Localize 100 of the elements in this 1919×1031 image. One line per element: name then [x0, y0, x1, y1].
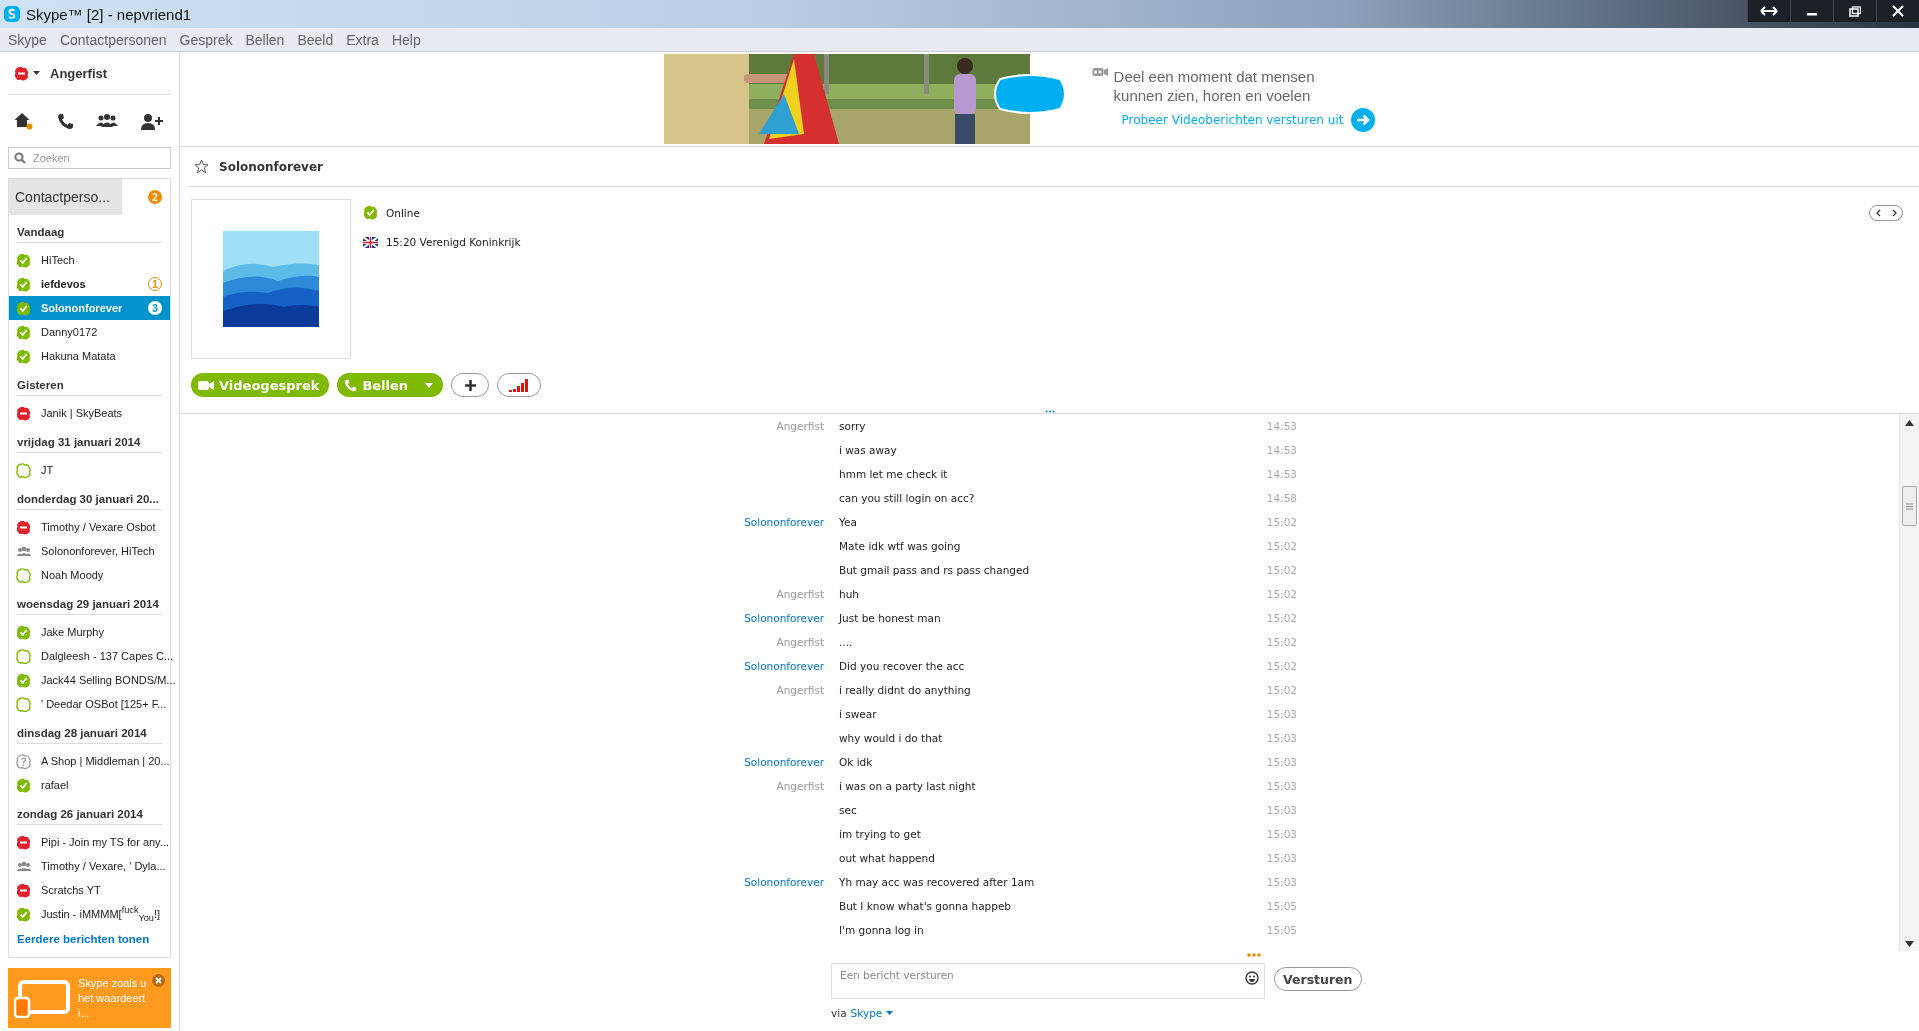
minimize-icon[interactable] [1790, 0, 1833, 22]
menu-item[interactable]: Skype [4, 31, 51, 48]
count-badge: 2 [148, 190, 162, 204]
scrollbar[interactable] [1899, 414, 1919, 951]
contact-item[interactable]: rafael [9, 773, 170, 797]
menu-item[interactable]: Contactpersonen [55, 31, 171, 48]
contact-name: rafael [41, 779, 69, 791]
message-text: Ok idk [839, 756, 874, 768]
menu-item[interactable]: Gesprek [175, 31, 237, 48]
add-contact-icon[interactable] [140, 112, 163, 130]
sender-name: Angerfist [775, 684, 824, 696]
message-time: 15:02 [1266, 588, 1297, 600]
contact-name: iefdevos [41, 278, 86, 290]
star-icon[interactable] [194, 159, 209, 174]
contact-item[interactable]: Jake Murphy [9, 620, 170, 644]
message-text: Mate idk wtf was going [839, 540, 962, 552]
menu-item[interactable]: Extra [342, 31, 383, 48]
message-text: im trying to get [839, 828, 922, 840]
contact-item[interactable]: ' Deedar OSBot [125+ F... [9, 692, 170, 716]
message-text: I'm gonna log in [839, 924, 925, 936]
sender-name: Solononforever [743, 612, 824, 624]
sender-name: Angerfist [775, 780, 824, 792]
phone-icon[interactable] [56, 112, 74, 130]
contact-item[interactable]: Timothy / Vexare Osbot [9, 515, 170, 539]
more-messages-link[interactable]: Eerdere berichten tonen [9, 926, 170, 957]
contacts-tab[interactable]: Contactperso... [9, 179, 122, 215]
message-time: 15:02 [1266, 684, 1297, 696]
contact-item[interactable]: Hakuna Matata [9, 344, 170, 368]
message-time: 15:05 [1266, 924, 1297, 936]
contact-name: Timothy / Vexare Osbot [41, 521, 156, 533]
contact-item[interactable]: Danny0172 [9, 320, 170, 344]
message-time: 15:02 [1266, 540, 1297, 552]
contact-name: Solononforever [41, 302, 123, 314]
scroll-up-icon[interactable] [1905, 420, 1914, 426]
add-button[interactable] [451, 373, 490, 397]
date-heading: vrijdag 31 januari 2014 [17, 425, 162, 453]
menu-item[interactable]: Bellen [241, 31, 289, 48]
home-icon[interactable] [14, 112, 34, 130]
local-time: 15:20 Verenigd Koninkrijk [386, 236, 521, 248]
close-icon[interactable] [1876, 0, 1919, 22]
message-time: 15:02 [1266, 612, 1297, 624]
message-time: 14:53 [1266, 420, 1297, 432]
contact-item[interactable]: Justin - iMMMM[$^{fuck}$$_{You}$!] [9, 902, 170, 926]
message-text: can you still login on acc? [839, 492, 976, 504]
message-text: But gmail pass and rs pass changed [839, 564, 1031, 576]
date-heading: Vandaag [17, 215, 162, 243]
contact-name: Jake Murphy [41, 626, 104, 638]
contact-item[interactable]: Solononforever, HiTech [9, 539, 170, 563]
contact-name: A Shop | Middleman | 20... [41, 755, 170, 767]
message-time: 15:05 [1266, 900, 1297, 912]
caret-icon [886, 1011, 894, 1015]
contact-item[interactable]: HiTech [9, 248, 170, 272]
drag-handle-icon[interactable] [1044, 410, 1055, 413]
video-message-icon [1091, 66, 1108, 77]
contact-name: Hakuna Matata [41, 350, 116, 362]
scroll-down-icon[interactable] [1905, 941, 1914, 947]
search-field[interactable]: Zoeken [8, 147, 171, 169]
user-name[interactable]: Angerfist [50, 65, 108, 81]
message-time: 15:03 [1266, 804, 1297, 816]
contacts-icon[interactable] [96, 114, 119, 128]
resize-icon[interactable] [1747, 0, 1790, 22]
send-button[interactable]: Versturen [1274, 967, 1362, 991]
contact-item[interactable]: iefdevos 1 [9, 272, 170, 296]
contact-item[interactable]: Timothy / Vexare, ' Dyla... [9, 854, 170, 878]
message-text: hmm let me check it [839, 468, 949, 480]
window-title: Skype™ [2] - nepvriend1 [26, 5, 192, 23]
caret-icon[interactable] [33, 71, 40, 75]
contact-item[interactable]: JT [9, 458, 170, 482]
message-text: sorry [839, 420, 867, 432]
date-heading: Gisteren [17, 368, 162, 396]
scroll-thumb[interactable] [1902, 486, 1917, 526]
contact-name: Jack44 Selling BONDS/M... [41, 674, 176, 686]
contact-item[interactable]: A Shop | Middleman | 20... [9, 749, 170, 773]
contact-name: ' Deedar OSBot [125+ F... [41, 698, 167, 710]
message-time: 15:03 [1266, 780, 1297, 792]
contact-item[interactable]: Noah Moody [9, 563, 170, 587]
menu-item[interactable]: Help [387, 31, 425, 48]
sender-name: Angerfist [775, 636, 824, 648]
message-input-field[interactable]: Een bericht versturen [831, 963, 1265, 999]
menu-item[interactable]: Beeld [293, 31, 338, 48]
sender-name: Solononforever [743, 756, 824, 768]
flag-icon [363, 236, 378, 248]
via-label: via [831, 1007, 847, 1019]
search-icon [14, 152, 26, 164]
date-heading: donderdag 30 januari 20... [17, 482, 162, 510]
call-quality-button[interactable] [497, 373, 542, 397]
message-text: i really didnt do anything [839, 684, 972, 696]
contact-name: Solononforever, HiTech [41, 545, 155, 557]
service-dropdown[interactable]: Skype [850, 1007, 894, 1019]
maximize-icon[interactable] [1833, 0, 1876, 22]
tablet-phone-icon [14, 978, 70, 1018]
contact-item[interactable]: Janik | SkyBeats [9, 401, 170, 425]
contact-name: Janik | SkyBeats [41, 407, 123, 419]
message-time: 15:03 [1266, 876, 1297, 888]
phone-icon [344, 378, 358, 392]
contact-name: Danny0172 [41, 326, 98, 338]
emoticon-icon[interactable] [1245, 971, 1259, 985]
contact-item[interactable]: Pipi - Join my TS for any... [9, 830, 170, 854]
message-time: 15:03 [1266, 828, 1297, 840]
contact-item[interactable]: Scratchs YT [9, 878, 170, 902]
